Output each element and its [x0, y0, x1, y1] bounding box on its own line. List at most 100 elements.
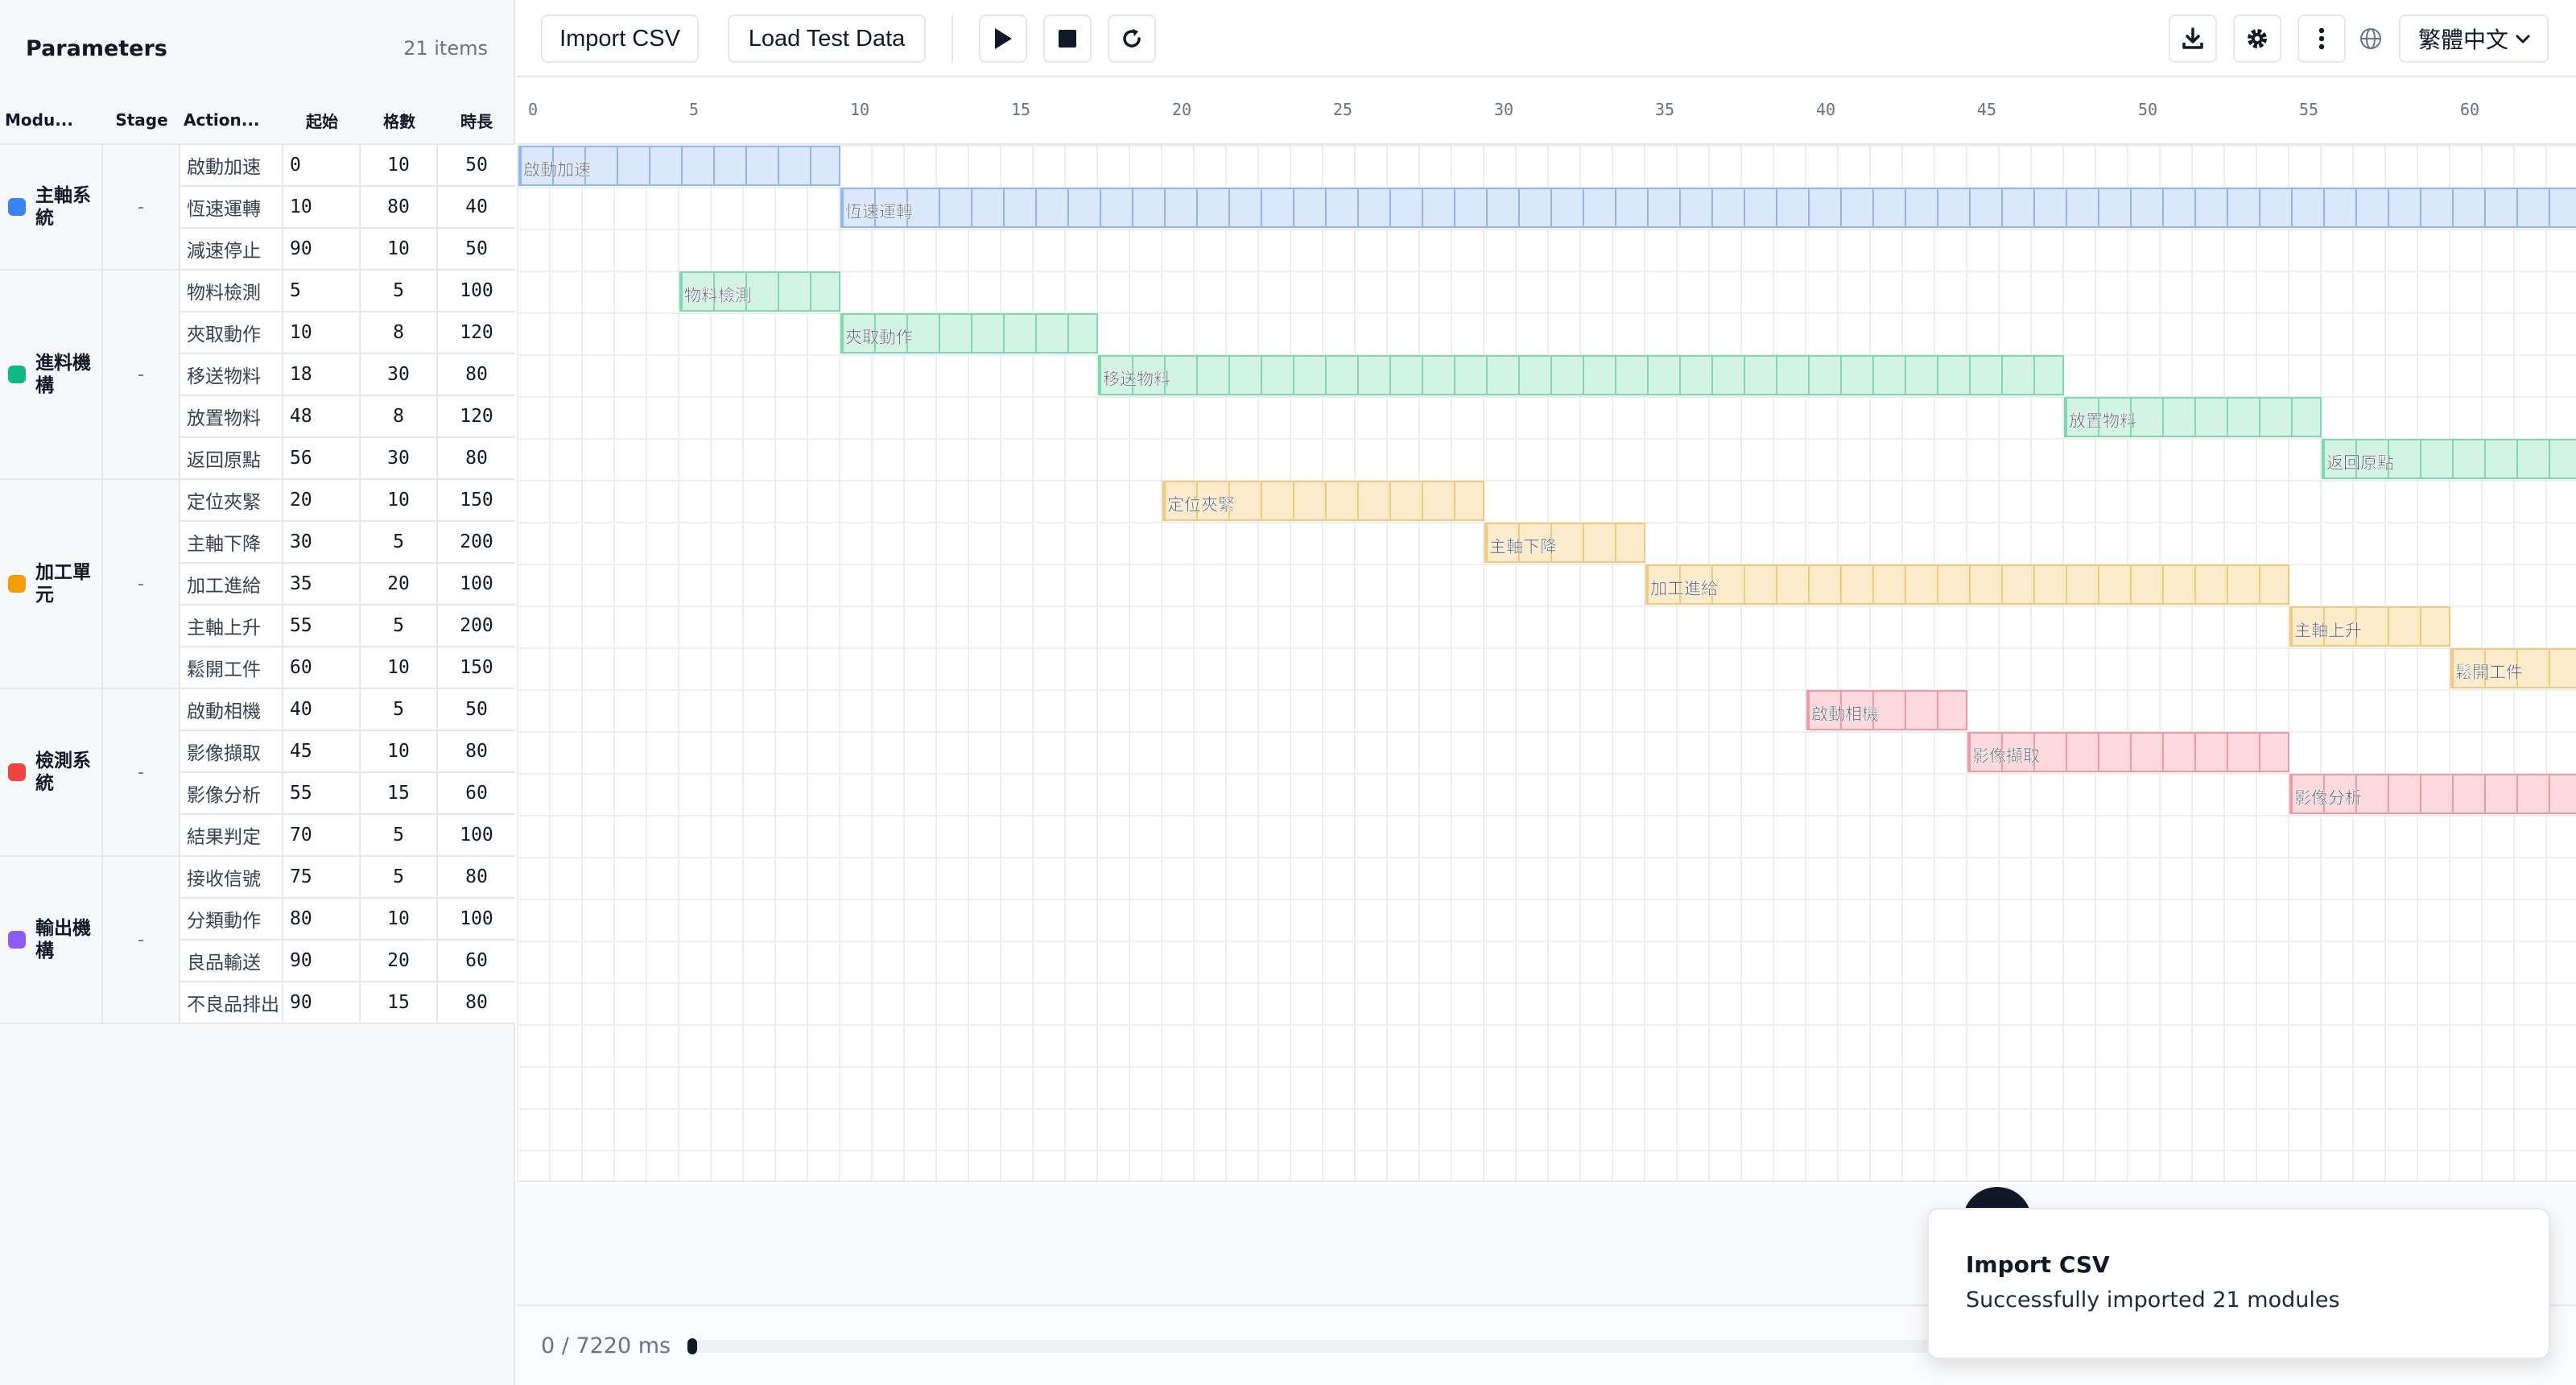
table-row[interactable]: 放置物料 48 8 120 [180, 396, 515, 438]
action-name[interactable]: 不良品排出 [180, 982, 283, 1024]
table-row[interactable]: 主軸下降 30 5 200 [180, 522, 515, 564]
start-cell[interactable]: 75 [283, 857, 361, 899]
duration-cell[interactable]: 60 [438, 941, 515, 982]
timeline-bar[interactable]: 主軸下降 [1484, 523, 1645, 563]
duration-cell[interactable]: 100 [438, 564, 515, 606]
timeline-bar[interactable]: 啟動加速 [518, 146, 840, 186]
table-row[interactable]: 返回原點 56 30 80 [180, 438, 515, 480]
action-name[interactable]: 良品輸送 [180, 941, 283, 982]
stage-cell[interactable]: - [103, 145, 180, 269]
action-name[interactable]: 接收信號 [180, 857, 283, 899]
table-row[interactable]: 夾取動作 10 8 120 [180, 312, 515, 354]
duration-cell[interactable]: 80 [438, 857, 515, 899]
start-cell[interactable]: 55 [283, 773, 361, 815]
duration-cell[interactable]: 200 [438, 522, 515, 564]
more-options-button[interactable] [2297, 14, 2346, 63]
start-cell[interactable]: 45 [283, 731, 361, 773]
column-header-start[interactable]: 起始 [283, 97, 361, 145]
start-cell[interactable]: 90 [283, 982, 361, 1024]
start-cell[interactable]: 10 [283, 187, 361, 229]
steps-cell[interactable]: 20 [361, 564, 438, 606]
table-row[interactable]: 良品輸送 90 20 60 [180, 941, 515, 982]
timeline-bar[interactable]: 移送物料 [1098, 355, 2064, 395]
steps-cell[interactable]: 10 [361, 647, 438, 689]
action-name[interactable]: 定位夾緊 [180, 480, 283, 522]
steps-cell[interactable]: 80 [361, 187, 438, 229]
steps-cell[interactable]: 30 [361, 438, 438, 480]
steps-cell[interactable]: 5 [361, 815, 438, 857]
steps-cell[interactable]: 10 [361, 899, 438, 941]
duration-cell[interactable]: 120 [438, 396, 515, 438]
module-cell[interactable]: 輸出機構 [0, 857, 103, 1023]
column-header-action[interactable]: Action... [180, 97, 283, 145]
start-cell[interactable]: 0 [283, 145, 361, 187]
table-row[interactable]: 啟動加速 0 10 50 [180, 145, 515, 187]
steps-cell[interactable]: 15 [361, 773, 438, 815]
duration-cell[interactable]: 80 [438, 438, 515, 480]
playback-slider[interactable] [687, 1340, 1975, 1353]
steps-cell[interactable]: 8 [361, 312, 438, 354]
duration-cell[interactable]: 120 [438, 312, 515, 354]
steps-cell[interactable]: 5 [361, 522, 438, 564]
duration-cell[interactable]: 100 [438, 815, 515, 857]
duration-cell[interactable]: 60 [438, 773, 515, 815]
table-row[interactable]: 分類動作 80 10 100 [180, 899, 515, 941]
table-row[interactable]: 結果判定 70 5 100 [180, 815, 515, 857]
start-cell[interactable]: 90 [283, 229, 361, 271]
timeline-bar[interactable]: 夾取動作 [840, 313, 1098, 353]
action-name[interactable]: 移送物料 [180, 354, 283, 396]
duration-cell[interactable]: 80 [438, 354, 515, 396]
action-name[interactable]: 物料檢測 [180, 271, 283, 312]
table-row[interactable]: 定位夾緊 20 10 150 [180, 480, 515, 522]
duration-cell[interactable]: 150 [438, 480, 515, 522]
timeline-bar[interactable]: 定位夾緊 [1162, 481, 1484, 521]
module-cell[interactable]: 進料機構 [0, 271, 103, 478]
steps-cell[interactable]: 30 [361, 354, 438, 396]
table-row[interactable]: 加工進給 35 20 100 [180, 564, 515, 606]
stage-cell[interactable]: - [103, 271, 180, 478]
start-cell[interactable]: 30 [283, 522, 361, 564]
steps-cell[interactable]: 15 [361, 982, 438, 1024]
action-name[interactable]: 影像擷取 [180, 731, 283, 773]
duration-cell[interactable]: 100 [438, 271, 515, 312]
action-name[interactable]: 返回原點 [180, 438, 283, 480]
table-row[interactable]: 主軸上升 55 5 200 [180, 606, 515, 647]
action-name[interactable]: 鬆開工件 [180, 647, 283, 689]
action-name[interactable]: 啟動相機 [180, 689, 283, 731]
action-name[interactable]: 加工進給 [180, 564, 283, 606]
duration-cell[interactable]: 80 [438, 731, 515, 773]
start-cell[interactable]: 20 [283, 480, 361, 522]
timeline-bar[interactable]: 啟動相機 [1806, 690, 1967, 730]
download-button[interactable] [2169, 14, 2217, 63]
start-cell[interactable]: 60 [283, 647, 361, 689]
table-row[interactable]: 影像分析 55 15 60 [180, 773, 515, 815]
settings-button[interactable] [2233, 14, 2281, 63]
action-name[interactable]: 放置物料 [180, 396, 283, 438]
start-cell[interactable]: 56 [283, 438, 361, 480]
duration-cell[interactable]: 50 [438, 689, 515, 731]
duration-cell[interactable]: 100 [438, 899, 515, 941]
module-cell[interactable]: 主軸系統 [0, 145, 103, 269]
steps-cell[interactable]: 10 [361, 229, 438, 271]
start-cell[interactable]: 10 [283, 312, 361, 354]
module-cell[interactable]: 加工單元 [0, 480, 103, 688]
action-name[interactable]: 分類動作 [180, 899, 283, 941]
column-header-steps[interactable]: 格數 [361, 97, 438, 145]
action-name[interactable]: 主軸下降 [180, 522, 283, 564]
start-cell[interactable]: 40 [283, 689, 361, 731]
table-row[interactable]: 鬆開工件 60 10 150 [180, 647, 515, 689]
import-csv-button[interactable]: Import CSV [541, 14, 699, 63]
timeline-bar[interactable]: 鬆開工件 [2450, 648, 2576, 688]
steps-cell[interactable]: 5 [361, 857, 438, 899]
column-header-module[interactable]: Modu... [0, 97, 103, 145]
steps-cell[interactable]: 5 [361, 689, 438, 731]
timeline-bar[interactable]: 恆速運轉 [840, 188, 2576, 228]
start-cell[interactable]: 35 [283, 564, 361, 606]
table-row[interactable]: 恆速運轉 10 80 40 [180, 187, 515, 229]
load-test-data-button[interactable]: Load Test Data [728, 14, 926, 63]
start-cell[interactable]: 80 [283, 899, 361, 941]
action-name[interactable]: 結果判定 [180, 815, 283, 857]
timeline-bar[interactable]: 物料檢測 [679, 271, 840, 312]
action-name[interactable]: 恆速運轉 [180, 187, 283, 229]
column-header-duration[interactable]: 時長 [438, 97, 515, 145]
